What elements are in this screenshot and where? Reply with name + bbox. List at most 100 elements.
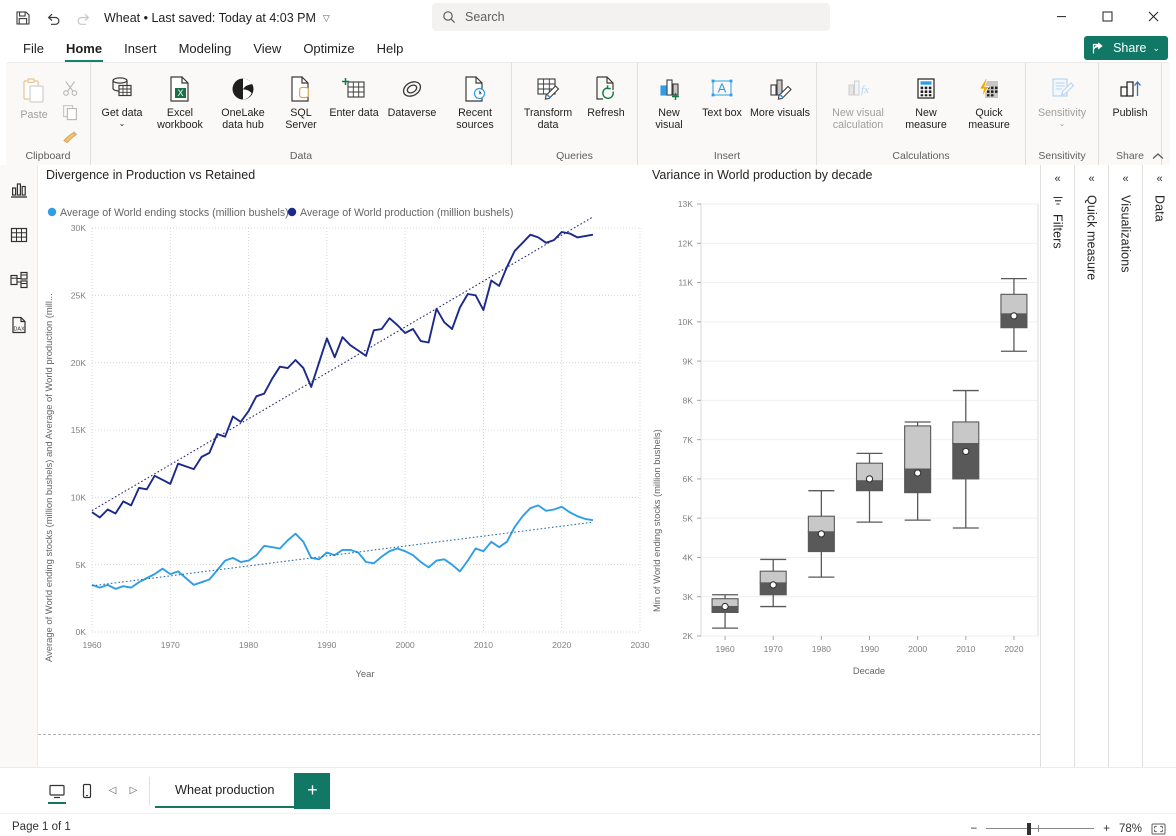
ribbon-group-data: Get data ⌄ X Excel workbook OneLake data… — [90, 63, 511, 165]
menu-item-home[interactable]: Home — [55, 41, 113, 62]
svg-text:5K: 5K — [75, 560, 86, 570]
publish-label: Publish — [1112, 107, 1148, 119]
onelake-data-hub-button[interactable]: OneLake data hub — [212, 69, 274, 134]
report-bar-chart-icon[interactable] — [6, 177, 32, 203]
table-grid-icon[interactable] — [6, 222, 32, 248]
recent-sources-button[interactable]: Recent sources — [444, 69, 506, 134]
svg-text:11K: 11K — [678, 278, 693, 288]
zoom-controls: − + 78% — [971, 822, 1166, 836]
ribbon-group-sensitivity: Sensitivity ⌄ Sensitivity — [1025, 63, 1098, 165]
menu-item-view[interactable]: View — [242, 41, 292, 62]
refresh-button[interactable]: Refresh — [580, 69, 632, 122]
share-icon — [1092, 41, 1107, 55]
mobile-view-icon[interactable] — [72, 776, 102, 806]
more-visuals-label: More visuals — [750, 107, 810, 119]
redo-icon — [68, 4, 98, 32]
report-canvas[interactable]: Divergence in Production vs Retained Ave… — [38, 165, 1040, 767]
divergence-line-chart[interactable]: Divergence in Production vs Retained Ave… — [40, 165, 652, 685]
copilot-button[interactable]: Copilot — [1167, 69, 1176, 122]
menu-item-optimize[interactable]: Optimize — [292, 41, 365, 62]
add-page-button[interactable]: + — [294, 772, 331, 809]
right-panel-rail: « Filters « Quick measure « Visualizatio… — [1040, 165, 1176, 767]
menu-item-modeling[interactable]: Modeling — [168, 41, 243, 62]
expand-filters-chevron[interactable]: « — [1054, 173, 1060, 185]
ribbon-group-clipboard: Paste Clipboard — [6, 63, 90, 165]
transform-data-label: Transform data — [523, 107, 573, 132]
line-chart-y-title: Average of World ending stocks (million … — [43, 293, 54, 662]
new-visual-button[interactable]: New visual — [643, 69, 695, 134]
publish-icon — [1115, 72, 1145, 106]
svg-text:6K: 6K — [682, 474, 693, 484]
text-box-label: Text box — [702, 107, 742, 119]
box-plot-y-ticks: 2K 3K 4K 5K 6K 7K 8K 9K 10K 11K 12K 13K — [678, 199, 701, 641]
save-icon[interactable] — [8, 4, 38, 32]
quick-measure-button[interactable]: Quick measure — [958, 69, 1020, 134]
get-data-button[interactable]: Get data ⌄ — [96, 69, 148, 130]
bottom-bar: ◁ ▷ Wheat production + — [0, 767, 1176, 813]
menu-item-file[interactable]: File — [12, 41, 55, 62]
desktop-view-icon[interactable] — [42, 776, 72, 806]
box-plot-x-title: Decade — [853, 665, 885, 676]
panel-filters[interactable]: « Filters — [1040, 165, 1074, 767]
new-visual-icon — [654, 72, 684, 106]
next-page-button[interactable]: ▷ — [123, 785, 144, 796]
publish-button[interactable]: Publish — [1104, 69, 1156, 122]
enter-data-button[interactable]: Enter data — [328, 69, 380, 122]
svg-text:10K: 10K — [71, 493, 87, 503]
search-input[interactable]: Search — [432, 3, 830, 31]
title-bar: Wheat • Last saved: Today at 4:03 PM ▽ S… — [0, 0, 1176, 36]
undo-icon[interactable] — [38, 4, 68, 32]
more-visuals-button[interactable]: More visuals — [749, 69, 811, 122]
svg-text:1990: 1990 — [317, 640, 336, 650]
panel-visualizations[interactable]: « Visualizations — [1108, 165, 1142, 767]
status-bar: Page 1 of 1 − + 78% — [0, 813, 1176, 836]
paste-icon — [19, 77, 49, 109]
dataverse-button[interactable]: Dataverse — [381, 69, 443, 122]
zoom-in-button[interactable]: + — [1103, 823, 1110, 835]
expand-quick-measure-chevron[interactable]: « — [1088, 173, 1094, 185]
variance-box-plot[interactable]: Variance in World production by decade M… — [646, 165, 1040, 685]
dax-query-icon[interactable]: DAX — [6, 312, 32, 338]
share-label: Share — [1113, 41, 1147, 55]
maximize-button[interactable] — [1084, 0, 1130, 32]
sql-server-button[interactable]: SQL Server — [275, 69, 327, 134]
expand-visualizations-chevron[interactable]: « — [1122, 173, 1128, 185]
title-dropdown-caret[interactable]: ▽ — [323, 13, 330, 24]
get-data-caret: ⌄ — [118, 119, 126, 129]
sql-server-icon — [287, 72, 315, 106]
svg-text:X: X — [177, 88, 183, 98]
text-box-button[interactable]: A Text box — [696, 69, 748, 122]
sensitivity-button: Sensitivity ⌄ — [1031, 69, 1093, 131]
zoom-out-button[interactable]: − — [971, 823, 978, 835]
panel-quick-measure[interactable]: « Quick measure — [1074, 165, 1108, 767]
page-tab-wheat-production[interactable]: Wheat production — [155, 774, 295, 808]
chevron-up-icon[interactable] — [1152, 152, 1164, 161]
minimize-button[interactable] — [1038, 0, 1084, 32]
search-icon — [442, 10, 456, 24]
text-box-icon: A — [707, 72, 737, 106]
zoom-slider[interactable] — [986, 822, 1095, 836]
fit-to-page-icon[interactable] — [1151, 823, 1166, 835]
prev-page-button[interactable]: ◁ — [102, 785, 123, 796]
legend-label-stocks: Average of World ending stocks (million … — [60, 207, 289, 219]
share-button[interactable]: Share ⌄ — [1084, 36, 1168, 60]
svg-text:20K: 20K — [71, 358, 87, 368]
svg-text:10K: 10K — [678, 317, 694, 327]
menu-item-help[interactable]: Help — [366, 41, 415, 62]
close-button[interactable] — [1130, 0, 1176, 32]
zoom-track — [986, 828, 1095, 829]
new-measure-button[interactable]: New measure — [895, 69, 957, 134]
svg-text:1970: 1970 — [764, 644, 783, 654]
refresh-label: Refresh — [587, 107, 625, 119]
zoom-thumb[interactable] — [1027, 823, 1032, 835]
line-chart-y-ticks: 0K 5K 10K 15K 20K 25K 30K — [71, 223, 87, 637]
transform-data-button[interactable]: Transform data — [517, 69, 579, 134]
expand-data-chevron[interactable]: « — [1156, 173, 1162, 185]
excel-workbook-button[interactable]: X Excel workbook — [149, 69, 211, 134]
box-plot-gridlines — [701, 203, 1038, 637]
panel-data[interactable]: « Data — [1142, 165, 1176, 767]
model-relationship-icon[interactable] — [6, 267, 32, 293]
menu-item-insert[interactable]: Insert — [113, 41, 168, 62]
svg-text:A: A — [718, 81, 727, 96]
box-plot-plot-area — [700, 203, 1039, 637]
